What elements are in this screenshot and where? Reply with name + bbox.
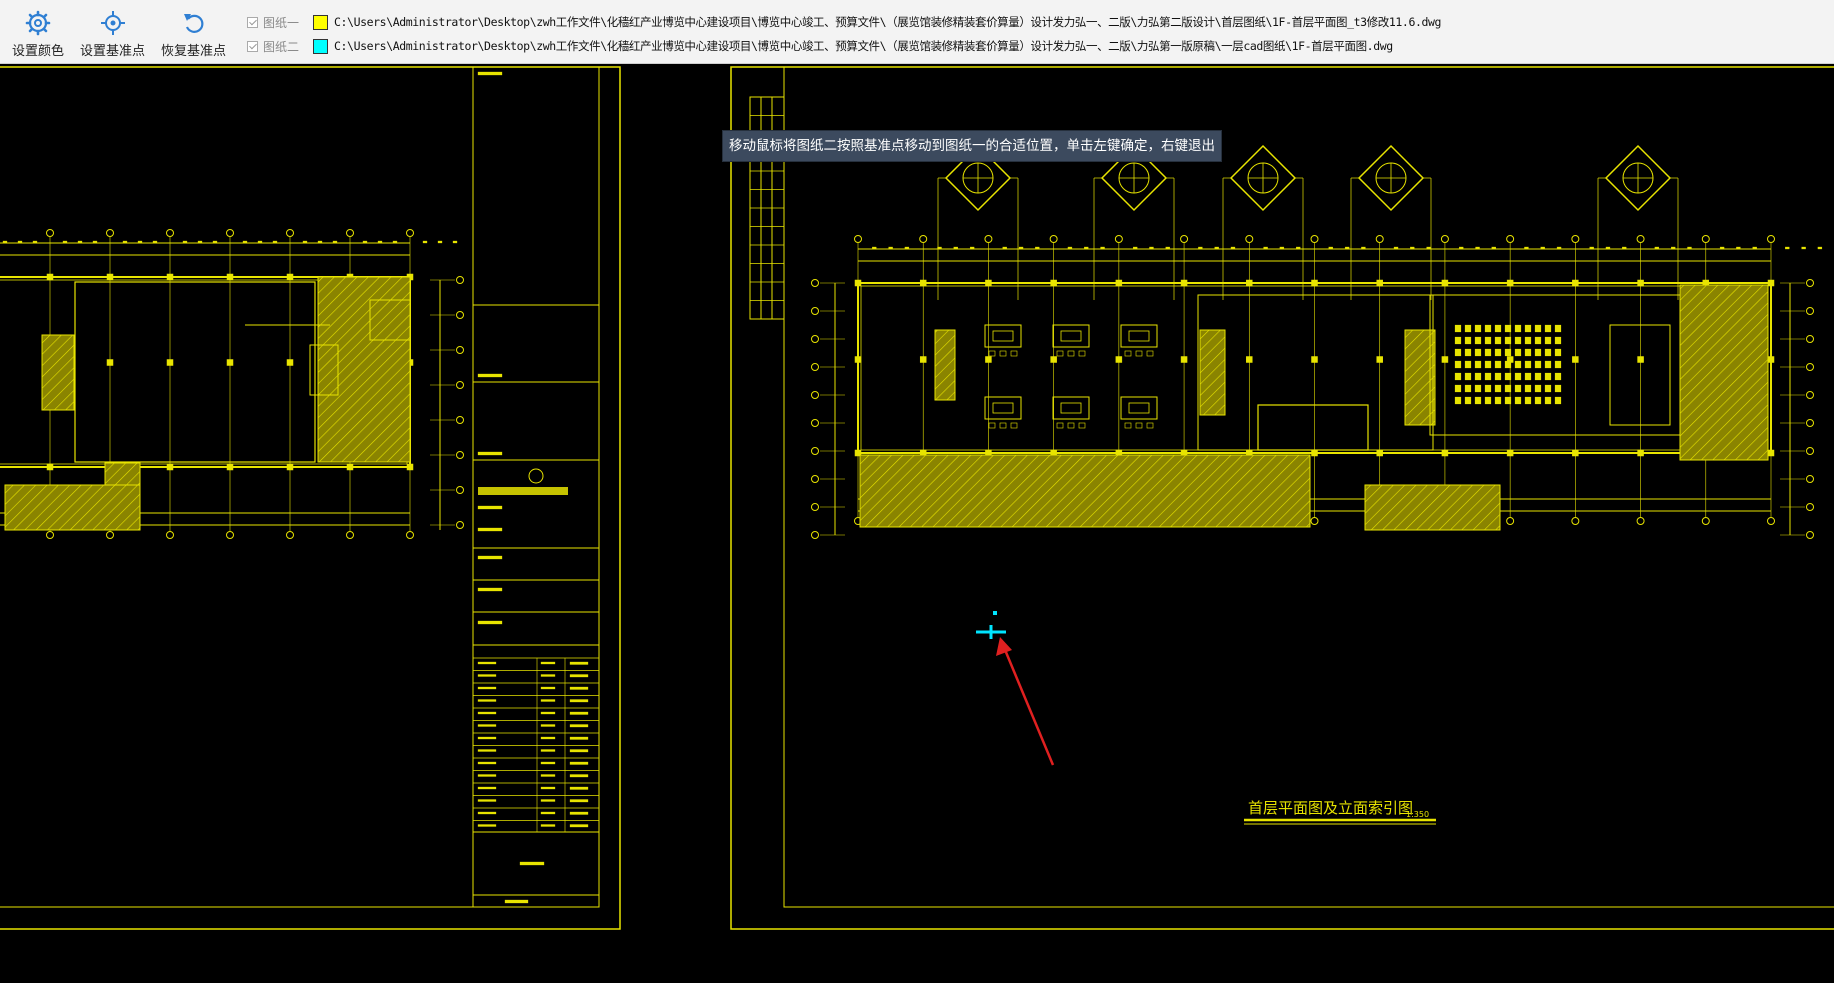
crosshair-icon [100, 11, 125, 35]
set-base-point-label: 设置基准点 [80, 44, 146, 59]
drawing-1-name: 图纸一 [263, 15, 300, 30]
drawing-2-checkbox[interactable] [247, 40, 258, 52]
right-floor-plan [811, 235, 1823, 539]
drawing-2-base-point-marker[interactable] [976, 611, 1006, 639]
drawing-1-color-swatch[interactable] [313, 14, 328, 30]
undo-icon [183, 14, 203, 33]
left-floor-plan [0, 229, 464, 539]
left-sheet [0, 66, 621, 930]
file-row-drawing-2: 图纸二 C:\Users\Administrator\Desktop\zwh工作… [247, 35, 1393, 57]
right-sheet: 首层平面图及立面索引图 1:350 [730, 66, 1834, 930]
left-title-block [472, 67, 599, 907]
restore-base-point-button[interactable]: 恢复基准点 [161, 10, 226, 59]
set-color-label: 设置颜色 [12, 44, 65, 59]
drawing-scale: 1:350 [1406, 810, 1429, 819]
drawing-title: 首层平面图及立面索引图 [1248, 799, 1413, 817]
drawing-1-path: C:\Users\Administrator\Desktop\zwh工作文件\化… [334, 15, 1442, 29]
cad-canvas[interactable]: 首层平面图及立面索引图 1:350 移动鼠标将图纸二按照基准点移动到图纸一的合适… [0, 64, 1834, 979]
file-row-drawing-1: 图纸一 C:\Users\Administrator\Desktop\zwh工作… [247, 11, 1441, 33]
instruction-tooltip: 移动鼠标将图纸二按照基准点移动到图纸一的合适位置，单击左键确定，右键退出 [722, 130, 1222, 162]
drawing-1-checkbox[interactable] [247, 16, 258, 28]
drawing-2-name: 图纸二 [263, 39, 300, 54]
elevation-index-markers [937, 144, 1679, 300]
cad-drawing[interactable]: 首层平面图及立面索引图 1:350 [0, 64, 1834, 979]
set-color-button[interactable]: 设置颜色 [12, 10, 64, 59]
drawing-2-color-swatch[interactable] [313, 38, 328, 54]
drawing-2-path: C:\Users\Administrator\Desktop\zwh工作文件\化… [334, 39, 1393, 53]
toolbar: 设置颜色 设置基准点 恢复基准点 图纸一 C:\Users\Administra… [0, 0, 1834, 64]
set-base-point-button[interactable]: 设置基准点 [80, 10, 145, 59]
gear-icon [25, 10, 51, 36]
restore-base-point-label: 恢复基准点 [161, 44, 227, 59]
red-arrow-annotation [996, 637, 1055, 766]
